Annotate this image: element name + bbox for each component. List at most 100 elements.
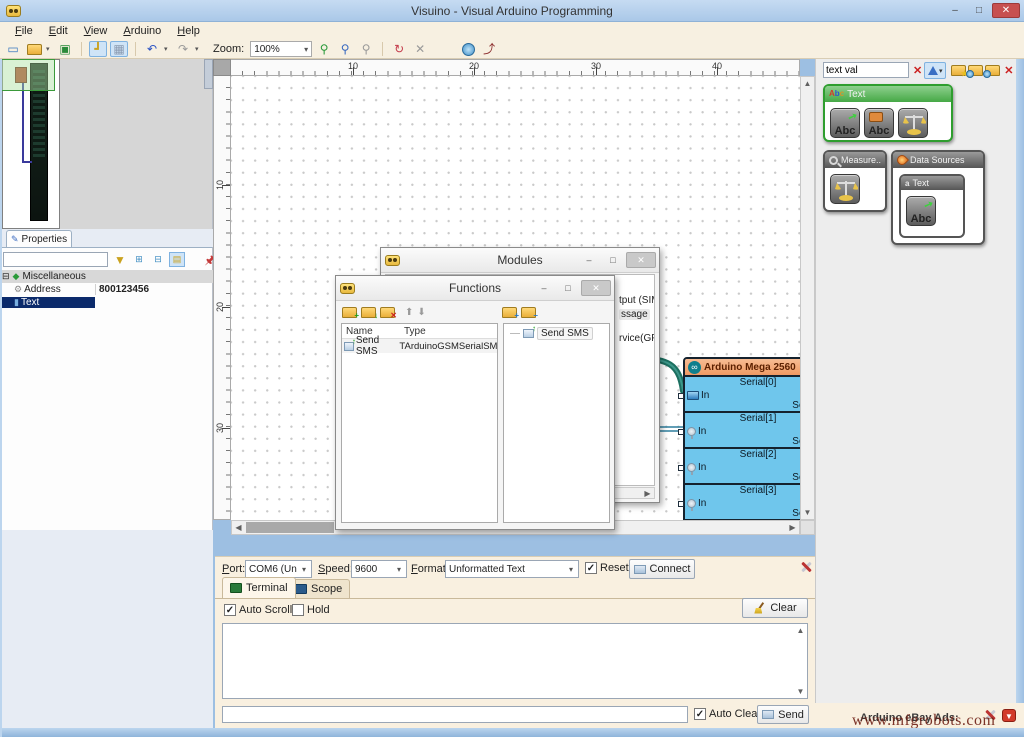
close-button[interactable]: ✕	[626, 252, 656, 268]
checkbox-checked-icon[interactable]: ✓	[694, 708, 706, 720]
component-measure-icon[interactable]	[830, 174, 860, 204]
add-function-icon[interactable]: +	[342, 306, 359, 320]
zoom-in-icon[interactable]: ⚲	[315, 41, 333, 57]
refresh-build-icon[interactable]: ↻	[390, 41, 408, 57]
scroll-up-icon[interactable]: ▲	[794, 624, 807, 637]
canvas-vertical-scrollbar[interactable]: ▲ ▼	[800, 76, 815, 520]
close-button[interactable]: ✕	[992, 3, 1020, 18]
move-up-icon[interactable]: ⬆	[405, 307, 413, 318]
scroll-down-icon[interactable]: ▼	[794, 685, 807, 698]
module-item[interactable]: tput (SIM90	[619, 295, 654, 306]
upload-arduino-icon[interactable]: ⤴	[480, 41, 498, 57]
serial0-in-pin[interactable]	[678, 393, 684, 399]
functions-list[interactable]: Name Type Send SMS TArduinoGSMSerialSM..…	[341, 323, 498, 523]
category-measure[interactable]: Measure..	[823, 150, 887, 212]
wire-routing-toggle[interactable]: ┛	[89, 41, 107, 57]
auto-clear-checkbox[interactable]: ✓ Auto Clear	[694, 708, 761, 720]
maximize-button[interactable]: □	[557, 280, 579, 296]
new-project-icon[interactable]: ▭	[4, 41, 22, 57]
maximize-button[interactable]: □	[602, 252, 624, 268]
function-row[interactable]: Send SMS TArduinoGSMSerialSM...	[342, 335, 497, 357]
palette-search-input[interactable]	[823, 62, 909, 78]
scroll-left-icon[interactable]: ◀	[232, 521, 245, 534]
tab-scope[interactable]: Scope	[287, 579, 351, 598]
hold-checkbox[interactable]: Hold	[292, 604, 330, 616]
ads-close-icon[interactable]: ▼	[1002, 709, 1016, 722]
save-project-icon[interactable]: ▣	[56, 41, 74, 57]
speed-select[interactable]: 9600 ▾	[351, 560, 407, 578]
minimap-viewport-rect[interactable]	[0, 59, 55, 91]
move-down-icon[interactable]: ⬇	[417, 307, 425, 318]
minimap-scrollbar[interactable]	[204, 59, 213, 89]
close-button[interactable]: ✕	[581, 280, 611, 296]
arduino-header[interactable]: ∞ Arduino Mega 2560	[685, 359, 800, 377]
component-compare-text-icon[interactable]	[898, 108, 928, 138]
download-components-icon[interactable]	[983, 65, 1001, 78]
web-help-icon[interactable]	[459, 41, 477, 57]
filter-icon[interactable]: ▼	[112, 252, 128, 267]
scroll-up-icon[interactable]: ▲	[801, 77, 814, 90]
expand-tree-icon[interactable]: +	[502, 306, 519, 320]
scroll-right-icon[interactable]: ▶	[786, 521, 799, 534]
serial3-section[interactable]: Serial[3] In Out Sending	[678, 485, 800, 520]
serial0-section[interactable]: Serial[0] In Out Sending	[678, 377, 800, 413]
insert-function-icon[interactable]: ↓	[361, 306, 378, 320]
redo-caret-icon[interactable]: ▾	[195, 45, 202, 53]
delete-icon[interactable]: ✕	[411, 41, 429, 57]
scrollbar-thumb[interactable]	[246, 522, 334, 533]
checkbox-checked-icon[interactable]: ✓	[224, 604, 236, 616]
remove-components-icon[interactable]: ✕	[1004, 64, 1013, 77]
reset-checkbox[interactable]: ✓ Reset	[585, 562, 629, 574]
properties-search-input[interactable]	[3, 252, 108, 267]
port-select[interactable]: COM6 (Unava ▾	[245, 560, 312, 578]
clear-button[interactable]: Clear	[742, 598, 808, 618]
collapse-all-icon[interactable]: ⊟	[150, 252, 166, 267]
property-group-row[interactable]: ⊟ ◆ Miscellaneous	[0, 270, 213, 283]
undo-icon[interactable]: ↶	[143, 41, 161, 57]
menu-arduino[interactable]: Arduino	[116, 24, 168, 38]
modules-title-bar[interactable]: Modules – □ ✕	[381, 248, 659, 273]
collapse-tree-icon[interactable]: –	[521, 306, 538, 320]
serial3-in-pin[interactable]	[678, 501, 684, 507]
suggest-components-icon[interactable]: ★	[951, 65, 968, 78]
terminal-output[interactable]: ▲ ▼	[222, 623, 808, 699]
functions-tree[interactable]: Send SMS	[503, 323, 610, 523]
minimize-button[interactable]: –	[944, 3, 966, 18]
overview-minimap[interactable]	[0, 59, 213, 229]
zoom-region-icon[interactable]: ⚲	[336, 41, 354, 57]
arduino-mega-component[interactable]: ∞ Arduino Mega 2560 Serial[0] In Out Sen…	[678, 357, 800, 520]
auto-scroll-checkbox[interactable]: ✓ Auto Scroll	[224, 604, 292, 616]
redo-icon[interactable]: ↷	[174, 41, 192, 57]
undo-caret-icon[interactable]: ▾	[164, 45, 171, 53]
property-row-address[interactable]: ⚙ Address 800123456	[0, 283, 213, 296]
zoom-out-icon[interactable]: ⚲	[357, 41, 375, 57]
categorized-view-icon[interactable]: ▤	[169, 252, 185, 267]
minimize-button[interactable]: –	[578, 252, 600, 268]
column-header-type[interactable]: Type	[402, 326, 426, 337]
send-message-input[interactable]	[222, 706, 688, 723]
module-item[interactable]: rvice(GPRS	[619, 333, 654, 344]
property-row-text[interactable]: ▮ Text	[0, 296, 213, 309]
serial2-in-pin[interactable]	[678, 465, 684, 471]
component-formatted-text-icon[interactable]: ➚ Abc	[830, 108, 860, 138]
checkbox-unchecked-icon[interactable]	[292, 604, 304, 616]
subcategory-text[interactable]: a Text ➚ Abc	[899, 174, 965, 238]
serial1-in-pin[interactable]	[678, 429, 684, 435]
scroll-down-icon[interactable]: ▼	[801, 506, 814, 519]
connect-button[interactable]: Connect	[629, 559, 695, 579]
maximize-button[interactable]: □	[968, 3, 990, 18]
module-item[interactable]: ssage	[619, 309, 650, 320]
collapse-node-icon[interactable]: ⊟	[2, 271, 10, 282]
functions-title-bar[interactable]: Functions – □ ✕	[336, 276, 614, 301]
tree-item-send-sms[interactable]: Send SMS	[504, 324, 609, 340]
serial2-section[interactable]: Serial[2] In Out Sending	[678, 449, 800, 485]
component-text-source-icon[interactable]: ➚ Abc	[906, 196, 936, 226]
component-text-value-icon[interactable]: Abc	[864, 108, 894, 138]
checkbox-checked-icon[interactable]: ✓	[585, 562, 597, 574]
category-text[interactable]: Abc Text ➚ Abc Abc	[823, 84, 953, 142]
send-button[interactable]: Send	[757, 705, 809, 724]
serial1-section[interactable]: Serial[1] In Out Sending	[678, 413, 800, 449]
open-caret-icon[interactable]: ▾	[46, 45, 53, 53]
minimize-button[interactable]: –	[533, 280, 555, 296]
property-value[interactable]: 800123456	[95, 284, 149, 295]
